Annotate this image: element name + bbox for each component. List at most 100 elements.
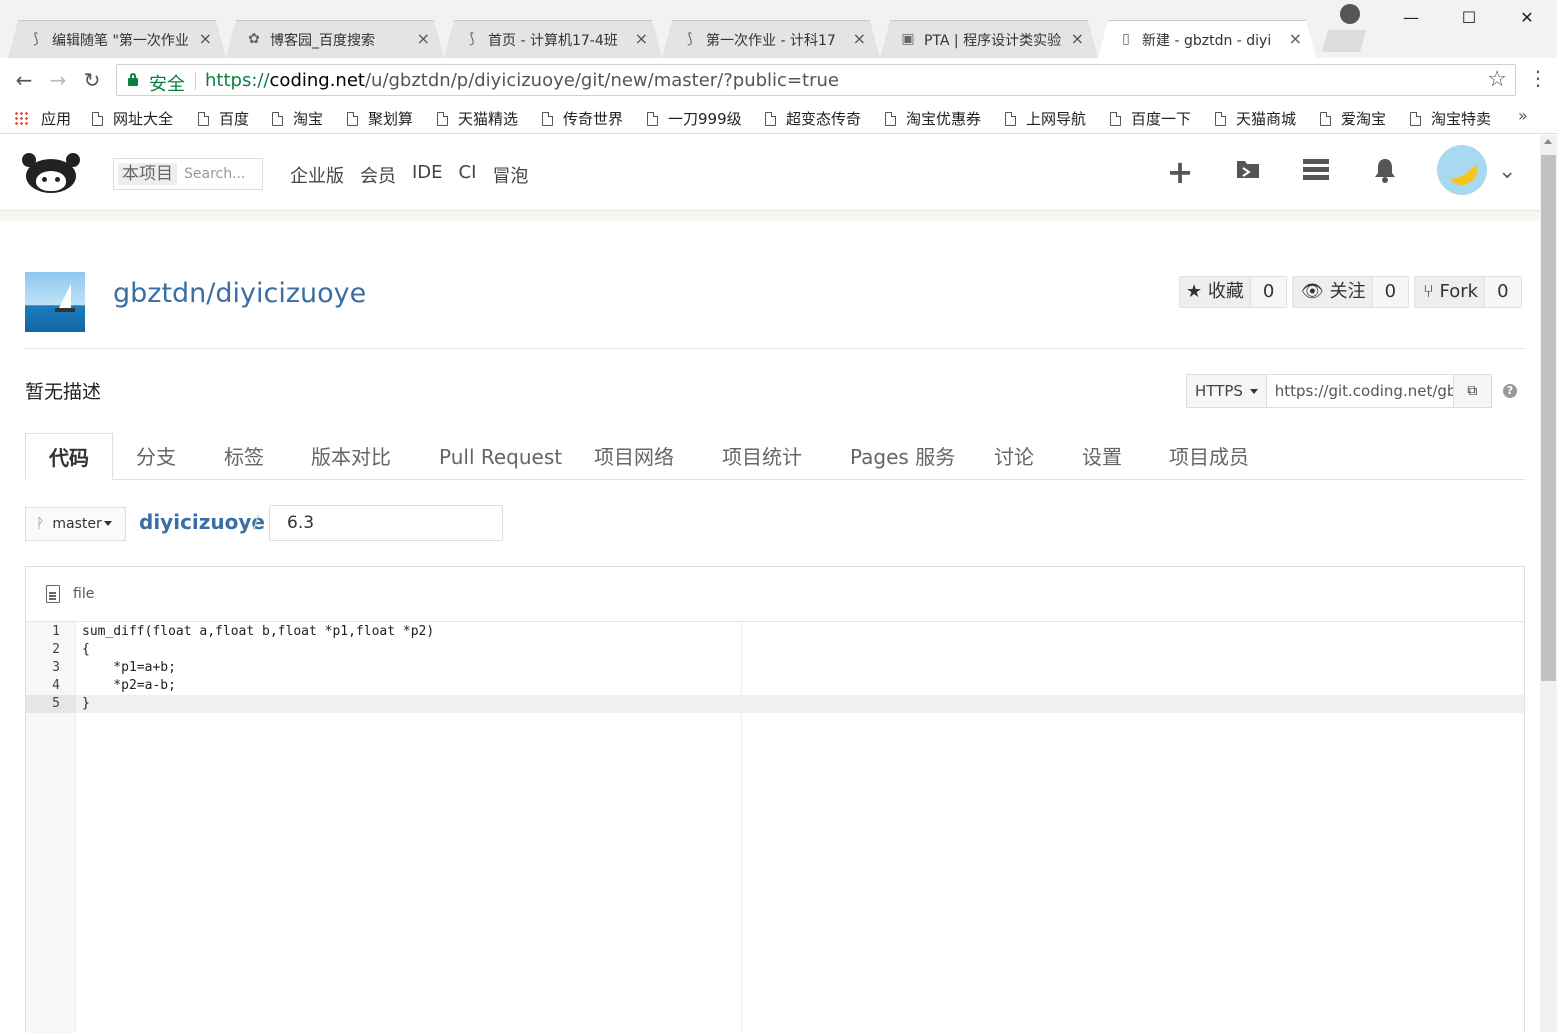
top-nav: 企业版 会员 IDE CI 冒泡 bbox=[290, 162, 528, 188]
project-tab[interactable]: 代码 bbox=[25, 433, 113, 480]
code-line[interactable]: sum_diff(float a,float b,float *p1,float… bbox=[76, 623, 1524, 641]
bookmark-item[interactable]: 淘宝优惠券 bbox=[885, 108, 981, 129]
copy-icon[interactable]: ⧉ bbox=[1452, 375, 1491, 407]
search-placeholder: Search... bbox=[184, 166, 246, 182]
coding-logo-icon[interactable] bbox=[22, 153, 80, 195]
lock-icon bbox=[127, 73, 139, 87]
scrollbar-thumb[interactable] bbox=[1541, 155, 1556, 681]
project-tab[interactable]: 项目成员 bbox=[1169, 433, 1249, 480]
tab-close-icon[interactable]: × bbox=[635, 29, 648, 48]
bookmarks-more-icon[interactable]: » bbox=[1518, 106, 1528, 125]
secure-label: 安全 bbox=[149, 74, 185, 95]
url-text[interactable]: https://coding.net/u/gbztdn/p/diyicizuoy… bbox=[205, 70, 839, 91]
folder-icon[interactable] bbox=[1233, 157, 1263, 187]
bookmark-item[interactable]: 爱淘宝 bbox=[1320, 108, 1386, 129]
tab-close-icon[interactable]: × bbox=[417, 29, 430, 48]
profile-icon[interactable] bbox=[1340, 4, 1360, 24]
reload-icon[interactable]: ↻ bbox=[78, 66, 106, 94]
apps-grid-icon bbox=[14, 111, 29, 126]
clone-url-input[interactable]: https://git.coding.net/gbztdn/diyicizuoy… bbox=[1266, 375, 1453, 407]
bookmark-item[interactable]: 超变态传奇 bbox=[765, 108, 861, 129]
bell-icon[interactable] bbox=[1370, 157, 1400, 187]
watch-button[interactable]: 👁 关注 0 bbox=[1292, 276, 1410, 308]
bookmark-item[interactable]: 天猫商城 bbox=[1215, 108, 1296, 129]
project-tab[interactable]: Pages 服务 bbox=[850, 433, 955, 480]
tab-close-icon[interactable]: × bbox=[1071, 29, 1084, 48]
bookmark-item[interactable]: 百度 bbox=[198, 108, 249, 129]
page-icon bbox=[1215, 112, 1226, 126]
page-icon: ▯ bbox=[1122, 31, 1130, 47]
plus-icon[interactable]: + bbox=[1165, 156, 1195, 188]
bookmark-star-icon[interactable]: ☆ bbox=[1487, 67, 1507, 92]
star-button[interactable]: ★ 收藏 0 bbox=[1179, 276, 1288, 308]
branch-select[interactable]: ᚹ master bbox=[25, 507, 126, 541]
breadcrumb-repo[interactable]: diyicizuoye bbox=[139, 510, 265, 534]
project-tab[interactable]: 项目网络 bbox=[594, 433, 674, 480]
code-line[interactable]: *p2=a-b; bbox=[76, 677, 1524, 695]
browser-tab[interactable]: ⟆ 首页 - 计算机17-4班 × bbox=[444, 20, 662, 58]
project-tab[interactable]: Pull Request bbox=[439, 433, 562, 480]
new-tab-button[interactable] bbox=[1322, 30, 1366, 52]
code-line[interactable]: } bbox=[76, 695, 1524, 713]
browser-tab[interactable]: ▣ PTA | 程序设计类实验 × bbox=[880, 20, 1098, 58]
top-nav-item[interactable]: CI bbox=[459, 162, 477, 188]
divider bbox=[25, 348, 1525, 349]
back-icon[interactable]: ← bbox=[10, 66, 38, 94]
bookmark-item[interactable]: 天猫精选 bbox=[437, 108, 518, 129]
project-tab[interactable]: 设置 bbox=[1082, 433, 1122, 480]
top-nav-item[interactable]: 企业版 bbox=[290, 162, 344, 188]
project-tab[interactable]: 讨论 bbox=[994, 433, 1034, 480]
bookmark-apps[interactable]: 应用 bbox=[14, 108, 71, 129]
top-nav-item[interactable]: 冒泡 bbox=[492, 162, 528, 188]
help-icon[interactable]: ? bbox=[1503, 384, 1517, 398]
user-avatar[interactable] bbox=[1437, 145, 1487, 195]
cnblogs-icon: ⟆ bbox=[33, 31, 39, 47]
window-close-icon[interactable]: ✕ bbox=[1498, 0, 1556, 36]
project-title[interactable]: gbztdn/diyicizuoye bbox=[113, 278, 366, 309]
bookmark-item[interactable]: 网址大全 bbox=[92, 108, 173, 129]
tab-close-icon[interactable]: × bbox=[1289, 29, 1302, 48]
filename-input[interactable]: 6.3 bbox=[269, 505, 503, 541]
editor-mode-label[interactable]: file bbox=[73, 586, 94, 602]
code-area[interactable]: sum_diff(float a,float b,float *p1,float… bbox=[76, 622, 1524, 1033]
chevron-down-icon[interactable]: ⌄ bbox=[1498, 159, 1516, 184]
project-tab[interactable]: 项目统计 bbox=[722, 433, 802, 480]
project-tab[interactable]: 分支 bbox=[136, 433, 176, 480]
bookmark-item[interactable]: 传奇世界 bbox=[542, 108, 623, 129]
maximize-icon[interactable]: ☐ bbox=[1440, 0, 1498, 36]
scroll-up-icon[interactable] bbox=[1544, 139, 1552, 144]
bookmark-item[interactable]: 上网导航 bbox=[1005, 108, 1086, 129]
browser-tab[interactable]: ⟆ 第一次作业 - 计科17 × bbox=[662, 20, 880, 58]
browser-tab[interactable]: ✿ 博客园_百度搜索 × bbox=[226, 20, 444, 58]
browser-tabstrip: ⟆ 编辑随笔 "第一次作业 × ✿ 博客园_百度搜索 × ⟆ 首页 - 计算机17-4班 × ⟆ 第… bbox=[0, 0, 1557, 58]
browser-menu-icon[interactable]: ⋮ bbox=[1528, 66, 1548, 90]
fork-button[interactable]: ⑂ Fork 0 bbox=[1414, 276, 1522, 308]
project-tab[interactable]: 标签 bbox=[224, 433, 264, 480]
address-bar[interactable]: 安全 https://coding.net/u/gbztdn/p/diyiciz… bbox=[116, 64, 1516, 96]
search-input[interactable]: 本项目 Search... bbox=[113, 158, 263, 190]
tab-close-icon[interactable]: × bbox=[199, 29, 212, 48]
browser-tab[interactable]: ▯ 新建 - gbztdn - diyi × bbox=[1098, 20, 1316, 58]
bookmark-item[interactable]: 淘宝特卖 bbox=[1410, 108, 1491, 129]
top-nav-item[interactable]: 会员 bbox=[360, 162, 396, 188]
baidu-icon: ✿ bbox=[248, 31, 260, 47]
bookmark-item[interactable]: 淘宝 bbox=[272, 108, 323, 129]
page-icon bbox=[198, 112, 209, 126]
forward-icon[interactable]: → bbox=[44, 66, 72, 94]
code-line[interactable]: *p1=a+b; bbox=[76, 659, 1524, 677]
browser-tab[interactable]: ⟆ 编辑随笔 "第一次作业 × bbox=[8, 20, 226, 58]
project-tab[interactable]: 版本对比 bbox=[311, 433, 391, 480]
browser-tab-title: 博客园_百度搜索 bbox=[270, 33, 375, 49]
code-editor[interactable]: file 1 2 3 4 5 sum_diff(float a,float b,floa… bbox=[25, 566, 1525, 1033]
top-nav-item[interactable]: IDE bbox=[412, 162, 443, 188]
page-scrollbar[interactable] bbox=[1540, 135, 1557, 1032]
clone-protocol-select[interactable]: HTTPS bbox=[1187, 375, 1267, 407]
bookmark-item[interactable]: 一刀999级 bbox=[647, 108, 742, 129]
code-line[interactable]: { bbox=[76, 641, 1524, 659]
bookmark-item[interactable]: 百度一下 bbox=[1110, 108, 1191, 129]
minimize-icon[interactable]: — bbox=[1382, 0, 1440, 36]
search-scope[interactable]: 本项目 bbox=[118, 163, 177, 185]
bookmark-item[interactable]: 聚划算 bbox=[347, 108, 413, 129]
server-icon[interactable] bbox=[1301, 157, 1331, 187]
tab-close-icon[interactable]: × bbox=[853, 29, 866, 48]
